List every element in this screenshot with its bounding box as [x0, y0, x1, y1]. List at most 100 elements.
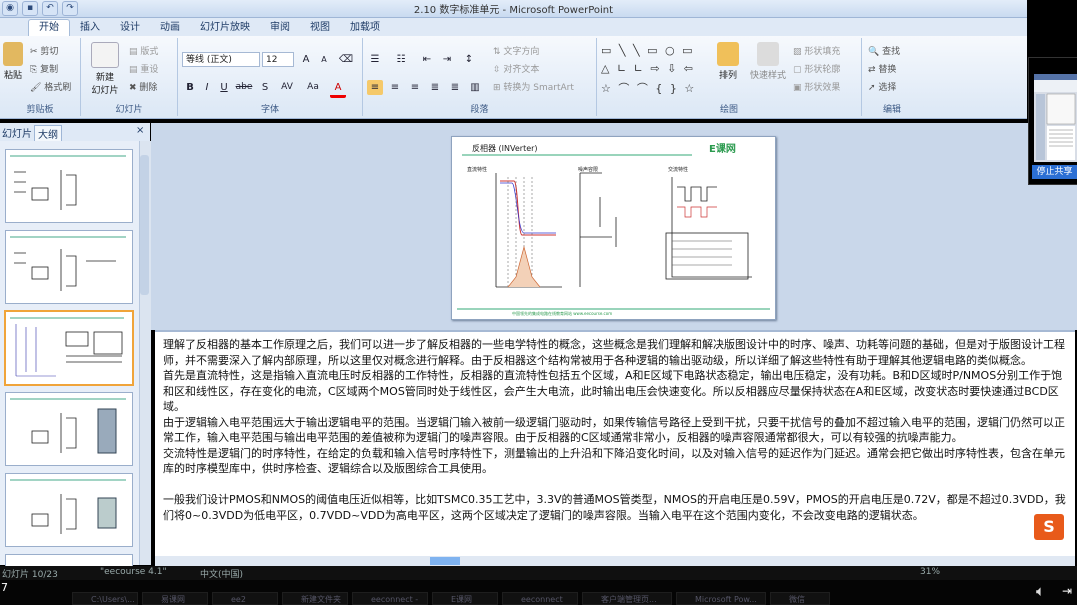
italic-button[interactable]: I — [199, 80, 215, 95]
tab-design[interactable]: 设计 — [110, 20, 150, 36]
title-bar: ◉ ▪ ↶ ↷ 2.10 数字标准单元 - Microsoft PowerPoi… — [0, 0, 1027, 18]
slide-diagram — [457, 154, 770, 310]
decrease-indent-icon[interactable]: ⇤ — [419, 52, 435, 67]
tab-view[interactable]: 视图 — [300, 20, 340, 36]
speaker-icon[interactable]: 🔈︎ — [1036, 582, 1045, 600]
select-button[interactable]: ➚ 选择 — [868, 80, 896, 93]
notes-paragraph: 交流特性是逻辑门的时序特性，在给定的负载和输入信号时序特性下，测量输出的上升沿和… — [163, 446, 1065, 476]
screen-share-preview — [1034, 74, 1077, 162]
line-spacing-icon[interactable]: ↕ — [461, 52, 477, 67]
underline-button[interactable]: U — [216, 80, 232, 95]
tab-home[interactable]: 开始 — [28, 19, 70, 36]
font-color-button[interactable]: A — [330, 80, 346, 98]
current-slide[interactable]: 反相器 (INVerter) E课网 直流特性 噪声容限 交流特性 中国领先的集… — [451, 136, 776, 320]
sogou-ime-icon[interactable]: S — [1034, 514, 1064, 540]
taskbar-item[interactable]: Microsoft Pow... — [676, 592, 766, 605]
ribbon: 粘贴 ✂ 剪切 ⎘ 复制 🖌 格式刷 剪贴板 新建 幻灯片 ▤ 版式 ▤ 重设 … — [0, 36, 1027, 119]
taskbar-item[interactable]: 客户端管理页... — [582, 592, 672, 605]
tab-outline-panel[interactable]: 大纲 — [34, 125, 62, 142]
slide-thumbnail[interactable] — [5, 392, 133, 466]
quick-styles-button[interactable]: 快速样式 — [747, 42, 789, 81]
font-name-select[interactable]: 等线 (正文) — [182, 52, 260, 67]
replace-button[interactable]: ⇄ 替换 — [868, 62, 896, 75]
taskbar-item[interactable]: 微信 — [770, 592, 830, 605]
slide-title: 反相器 (INVerter) — [472, 144, 538, 153]
forward-icon[interactable]: ⇥ — [1062, 584, 1072, 598]
align-center-icon[interactable]: ≡ — [387, 80, 403, 95]
notes-text[interactable]: 理解了反相器的基本工作原理之后，我们可以进一步了解反相器的一些电学特性的概念，这… — [163, 337, 1068, 523]
taskbar-item[interactable]: 新建文件夹 — [282, 592, 348, 605]
shape-outline-button[interactable]: ▢ 形状轮廓 — [793, 62, 840, 75]
tab-addins[interactable]: 加载项 — [340, 20, 390, 36]
reset-button[interactable]: ▤ 重设 — [129, 62, 158, 75]
clipboard-group: 粘贴 ✂ 剪切 ⎘ 复制 🖌 格式刷 剪贴板 — [0, 38, 81, 116]
align-left-icon[interactable]: ≡ — [367, 80, 383, 95]
tab-slideshow[interactable]: 幻灯片放映 — [190, 20, 260, 36]
font-size-select[interactable]: 12 — [262, 52, 294, 67]
columns-icon[interactable]: ▥ — [467, 80, 483, 95]
taskbar: C:\Users\... 易课网 ee2 新建文件夹 eeconnect - 图… — [0, 580, 1077, 605]
text-direction-button[interactable]: ⇅ 文字方向 — [493, 44, 539, 57]
copy-button[interactable]: ⎘ 复制 — [30, 62, 58, 75]
slide-thumbnail-image — [10, 317, 124, 377]
tab-insert[interactable]: 插入 — [70, 20, 110, 36]
shape-effects-button[interactable]: ▣ 形状效果 — [793, 80, 840, 93]
numbering-icon[interactable]: ☷ — [393, 52, 409, 67]
notes-scrollbar-thumb[interactable] — [430, 557, 460, 565]
zoom-level[interactable]: 31% — [920, 567, 940, 577]
editing-label: 编辑 — [882, 105, 901, 115]
taskbar-item[interactable]: eeconnect — [502, 592, 578, 605]
increase-indent-icon[interactable]: ⇥ — [439, 52, 455, 67]
taskbar-item[interactable]: E课网 — [432, 592, 498, 605]
convert-smartart-button[interactable]: ⊞ 转换为 SmartArt — [493, 80, 574, 93]
tab-animations[interactable]: 动画 — [150, 20, 190, 36]
stop-share-button[interactable]: 停止共享 — [1032, 165, 1077, 179]
paste-button[interactable]: 粘贴 — [2, 42, 24, 81]
shape-fill-button[interactable]: ▨ 形状填充 — [793, 44, 840, 57]
align-right-icon[interactable]: ≡ — [407, 80, 423, 95]
quick-styles-icon — [757, 42, 779, 66]
slides-label: 幻灯片 — [115, 105, 143, 115]
panel-scrollbar-thumb[interactable] — [140, 155, 149, 295]
bullets-icon[interactable]: ☰ — [367, 52, 383, 67]
ribbon-tabs: 开始 插入 设计 动画 幻灯片放映 审阅 视图 加载项 — [0, 18, 1027, 36]
tab-slides-panel[interactable]: 幻灯片 — [2, 125, 32, 140]
delete-slide-button[interactable]: ✖ 删除 — [129, 80, 157, 93]
bold-button[interactable]: B — [182, 80, 198, 95]
shadow-button[interactable]: S — [257, 80, 273, 95]
slide-thumbnail[interactable] — [5, 230, 133, 304]
char-spacing-button[interactable]: AV — [276, 80, 298, 95]
slide-thumbnail-image — [10, 479, 126, 534]
strikethrough-button[interactable]: abe — [233, 80, 255, 95]
format-painter-button[interactable]: 🖌 格式刷 — [30, 80, 71, 93]
align-text-button[interactable]: ⇳ 对齐文本 — [493, 62, 539, 75]
taskbar-item[interactable]: 易课网 — [142, 592, 208, 605]
slide-thumbnail[interactable] — [5, 149, 133, 223]
shrink-font-icon[interactable]: A — [316, 52, 332, 67]
shapes-gallery-row2[interactable]: △ ∟ ∟ ⇨ ⇩ ⇦ — [601, 62, 695, 75]
slide-thumbnail[interactable] — [5, 473, 133, 547]
shapes-gallery-row3[interactable]: ☆ ⌒ ⌒ { } ☆ — [601, 80, 696, 96]
notes-paragraph: 首先是直流特性，这是指输入直流电压时反相器的工作特性，反相器的直流特性包括五个区… — [163, 369, 1063, 413]
grow-font-icon[interactable]: A — [298, 52, 314, 67]
taskbar-item[interactable]: ee2 — [212, 592, 278, 605]
slide-thumbnail-image — [10, 155, 126, 210]
arrange-button[interactable]: 排列 — [713, 42, 743, 81]
slide-thumbnail-selected[interactable] — [4, 310, 134, 386]
language-status: 中文(中国) — [200, 570, 244, 580]
start-icon[interactable]: 7 — [1, 581, 8, 594]
taskbar-item[interactable]: C:\Users\... — [72, 592, 138, 605]
cut-button[interactable]: ✂ 剪切 — [30, 44, 58, 57]
distribute-icon[interactable]: ≣ — [447, 80, 463, 95]
shapes-gallery[interactable]: ▭ ╲ ╲ ▭ ○ ▭ — [601, 44, 695, 57]
clear-format-icon[interactable]: ⌫ — [338, 52, 354, 67]
justify-icon[interactable]: ≣ — [427, 80, 443, 95]
tab-review[interactable]: 审阅 — [260, 20, 300, 36]
taskbar-item[interactable]: eeconnect - 图... — [352, 592, 428, 605]
new-slide-button[interactable]: 新建 幻灯片 — [85, 42, 125, 96]
find-button[interactable]: 🔍 查找 — [868, 44, 900, 57]
change-case-button[interactable]: Aa — [302, 80, 324, 95]
notes-horizontal-scrollbar[interactable] — [155, 556, 1075, 566]
layout-button[interactable]: ▤ 版式 — [129, 44, 158, 57]
close-panel-icon[interactable]: × — [136, 125, 144, 136]
